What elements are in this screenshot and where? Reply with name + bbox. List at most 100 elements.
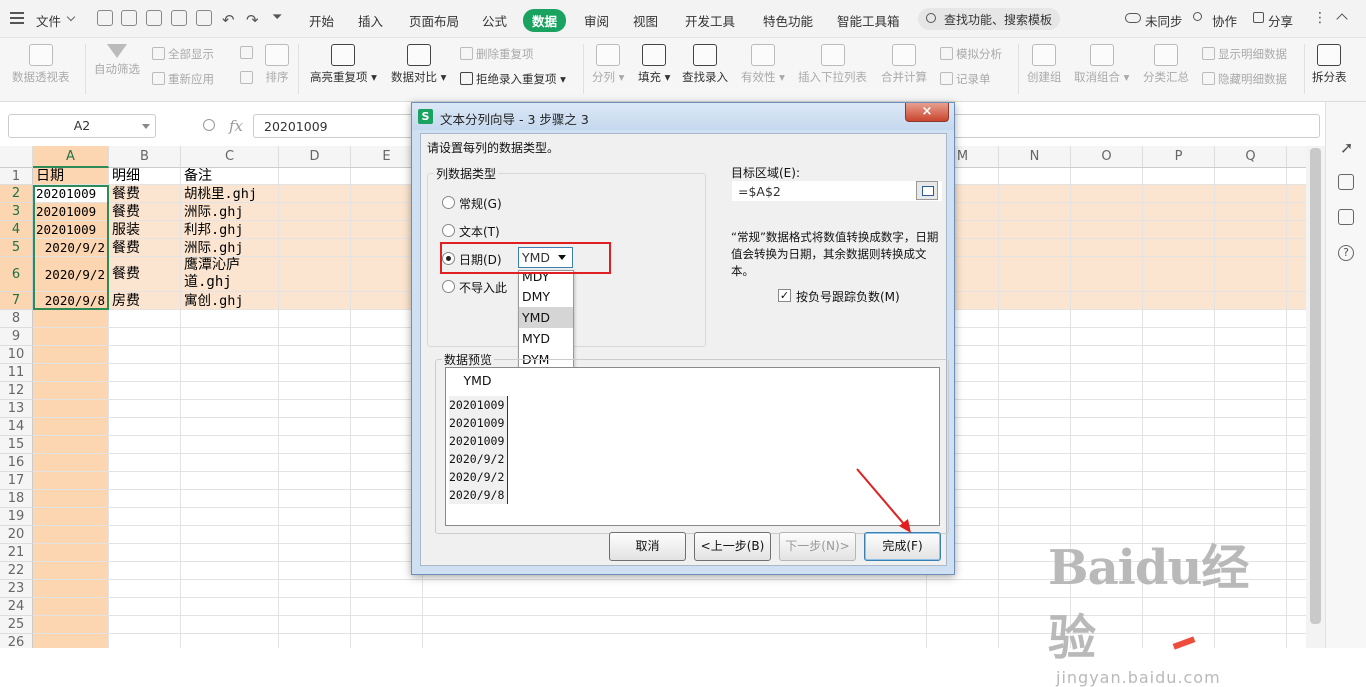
column-header[interactable]: C <box>181 146 279 168</box>
cell[interactable] <box>181 310 279 328</box>
cancel-button[interactable]: 取消 <box>609 532 686 561</box>
cell[interactable] <box>1215 544 1287 562</box>
cell[interactable] <box>999 436 1071 454</box>
vertical-scrollbar[interactable] <box>1306 146 1325 648</box>
cell[interactable] <box>33 544 109 562</box>
row-header[interactable]: 11 <box>0 364 33 382</box>
cell[interactable] <box>1287 239 1306 257</box>
cell[interactable] <box>279 436 351 454</box>
cell[interactable] <box>999 328 1071 346</box>
date-format-option[interactable]: YMD <box>519 307 573 328</box>
cell[interactable] <box>927 598 999 616</box>
help-icon[interactable]: ? <box>1338 245 1354 261</box>
cell[interactable] <box>279 203 351 221</box>
cell[interactable] <box>999 562 1071 580</box>
cell[interactable] <box>1071 634 1143 648</box>
range-picker-button[interactable] <box>916 181 938 200</box>
cell[interactable] <box>1071 454 1143 472</box>
row-header[interactable]: 24 <box>0 598 33 616</box>
radio-skip-label[interactable]: 不导入此 <box>459 279 507 296</box>
cell[interactable] <box>1287 346 1306 364</box>
preview-header[interactable]: YMD <box>446 368 509 394</box>
cell[interactable] <box>109 616 181 634</box>
split-table-button[interactable]: 拆分表 <box>1312 44 1347 85</box>
cell[interactable] <box>1287 472 1306 490</box>
cell[interactable] <box>1215 310 1287 328</box>
cell[interactable] <box>1143 526 1215 544</box>
cell[interactable] <box>999 239 1071 257</box>
cell[interactable] <box>1215 168 1287 185</box>
header-cell[interactable]: 日期 <box>33 168 109 185</box>
cell[interactable] <box>1143 239 1215 257</box>
cell[interactable] <box>181 364 279 382</box>
cell[interactable] <box>1287 580 1306 598</box>
cell[interactable] <box>999 203 1071 221</box>
row-header[interactable]: 25 <box>0 616 33 634</box>
row-header[interactable]: 15 <box>0 436 33 454</box>
cell[interactable] <box>181 346 279 364</box>
cell[interactable] <box>33 562 109 580</box>
cell[interactable] <box>109 436 181 454</box>
cell[interactable] <box>999 490 1071 508</box>
cell[interactable] <box>181 616 279 634</box>
cell[interactable] <box>181 454 279 472</box>
cell[interactable] <box>999 616 1071 634</box>
column-header[interactable]: B <box>109 146 181 168</box>
cell[interactable] <box>109 454 181 472</box>
cell[interactable] <box>999 185 1071 203</box>
note-cell[interactable]: 洲际.ghj <box>181 239 279 257</box>
remove-duplicates-button[interactable]: 删除重复项 <box>460 46 534 62</box>
cell[interactable] <box>999 472 1071 490</box>
cell[interactable] <box>1215 508 1287 526</box>
cell[interactable] <box>181 634 279 648</box>
cell[interactable] <box>1215 436 1287 454</box>
cell[interactable] <box>33 490 109 508</box>
cell[interactable] <box>279 185 351 203</box>
tab-smart-tools[interactable]: 智能工具箱 <box>837 11 900 30</box>
cell[interactable] <box>109 472 181 490</box>
cell[interactable] <box>423 634 927 648</box>
cell[interactable] <box>1071 526 1143 544</box>
cell[interactable] <box>1287 364 1306 382</box>
more-icon[interactable]: ⋮ <box>1313 10 1327 26</box>
cell[interactable] <box>1071 328 1143 346</box>
radio-general[interactable] <box>442 196 455 209</box>
cell[interactable] <box>1071 257 1143 292</box>
cell[interactable] <box>1071 221 1143 239</box>
cell[interactable] <box>1287 185 1306 203</box>
search-box[interactable]: 查找功能、搜索模板 <box>918 8 1060 30</box>
cell[interactable] <box>1215 418 1287 436</box>
row-header[interactable]: 6 <box>0 257 33 292</box>
cell[interactable] <box>999 418 1071 436</box>
dialog-titlebar[interactable]: S 文本分列向导 - 3 步骤之 3 <box>412 103 954 130</box>
tab-review[interactable]: 审阅 <box>584 11 609 30</box>
cell[interactable] <box>1143 472 1215 490</box>
cell[interactable] <box>1071 580 1143 598</box>
cell[interactable] <box>423 580 927 598</box>
settings-icon[interactable] <box>1338 174 1354 190</box>
cell[interactable] <box>181 418 279 436</box>
cell[interactable] <box>109 598 181 616</box>
cell[interactable] <box>1071 346 1143 364</box>
cell[interactable] <box>33 364 109 382</box>
cell[interactable] <box>1071 185 1143 203</box>
cell[interactable] <box>1287 634 1306 648</box>
cell[interactable] <box>1143 616 1215 634</box>
column-header[interactable]: A <box>33 146 109 168</box>
format-painter-icon[interactable] <box>146 10 162 26</box>
cell[interactable] <box>33 598 109 616</box>
name-box[interactable]: A2 <box>8 114 156 138</box>
negative-sign-label[interactable]: 按负号跟踪负数(M) <box>796 288 900 305</box>
create-group-button[interactable]: 创建组 <box>1027 44 1062 85</box>
cell[interactable] <box>279 472 351 490</box>
row-header[interactable]: 8 <box>0 310 33 328</box>
cell[interactable] <box>999 526 1071 544</box>
note-cell[interactable]: 胡桃里.ghj <box>181 185 279 203</box>
cell[interactable] <box>1071 239 1143 257</box>
cell[interactable] <box>181 472 279 490</box>
cell[interactable] <box>1143 328 1215 346</box>
fx-icon[interactable]: fx <box>229 117 243 135</box>
row-header[interactable]: 5 <box>0 239 33 257</box>
record-form-button[interactable]: 记录单 <box>940 71 991 87</box>
cell[interactable] <box>279 292 351 310</box>
